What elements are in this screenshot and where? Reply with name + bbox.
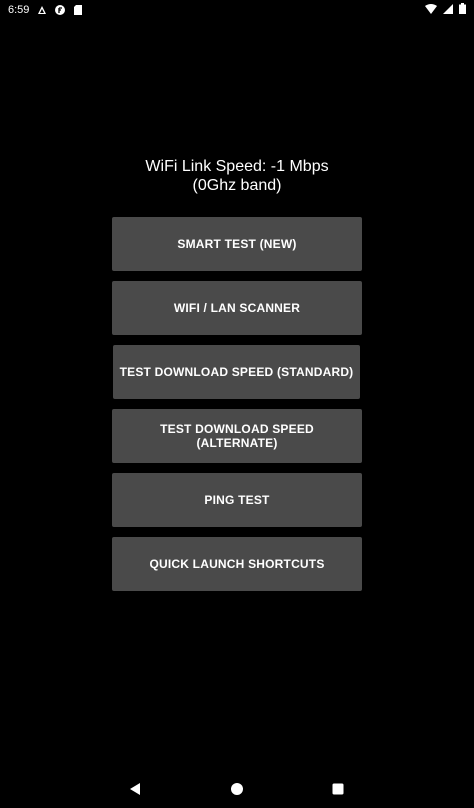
test-download-alternate-button[interactable]: TEST DOWNLOAD SPEED (ALTERNATE)	[112, 409, 362, 463]
wifi-link-speed-value: WiFi Link Speed: -1 Mbps	[145, 158, 329, 175]
f-app-icon	[55, 5, 66, 15]
wifi-band: (0Ghz band)	[192, 177, 282, 194]
status-bar: 6:59	[0, 0, 474, 20]
navigation-bar	[0, 770, 474, 808]
a-app-icon	[37, 5, 47, 15]
test-download-standard-button[interactable]: TEST DOWNLOAD SPEED (STANDARD)	[113, 345, 360, 399]
battery-icon	[459, 3, 466, 17]
sd-card-icon	[73, 5, 83, 15]
signal-icon	[443, 3, 453, 17]
smart-test-button[interactable]: SMART TEST (NEW)	[112, 217, 362, 271]
quick-launch-shortcuts-button[interactable]: QUICK LAUNCH SHORTCUTS	[112, 537, 362, 591]
home-icon[interactable]	[226, 778, 248, 800]
recents-icon[interactable]	[327, 778, 349, 800]
wifi-icon	[425, 3, 437, 17]
wifi-lan-scanner-button[interactable]: WIFI / LAN SCANNER	[112, 281, 362, 335]
wifi-link-speed: WiFi Link Speed: -1 Mbps (0Ghz band)	[0, 157, 474, 195]
ping-test-button[interactable]: PING TEST	[112, 473, 362, 527]
back-icon[interactable]	[124, 778, 146, 800]
status-time: 6:59	[8, 4, 30, 16]
